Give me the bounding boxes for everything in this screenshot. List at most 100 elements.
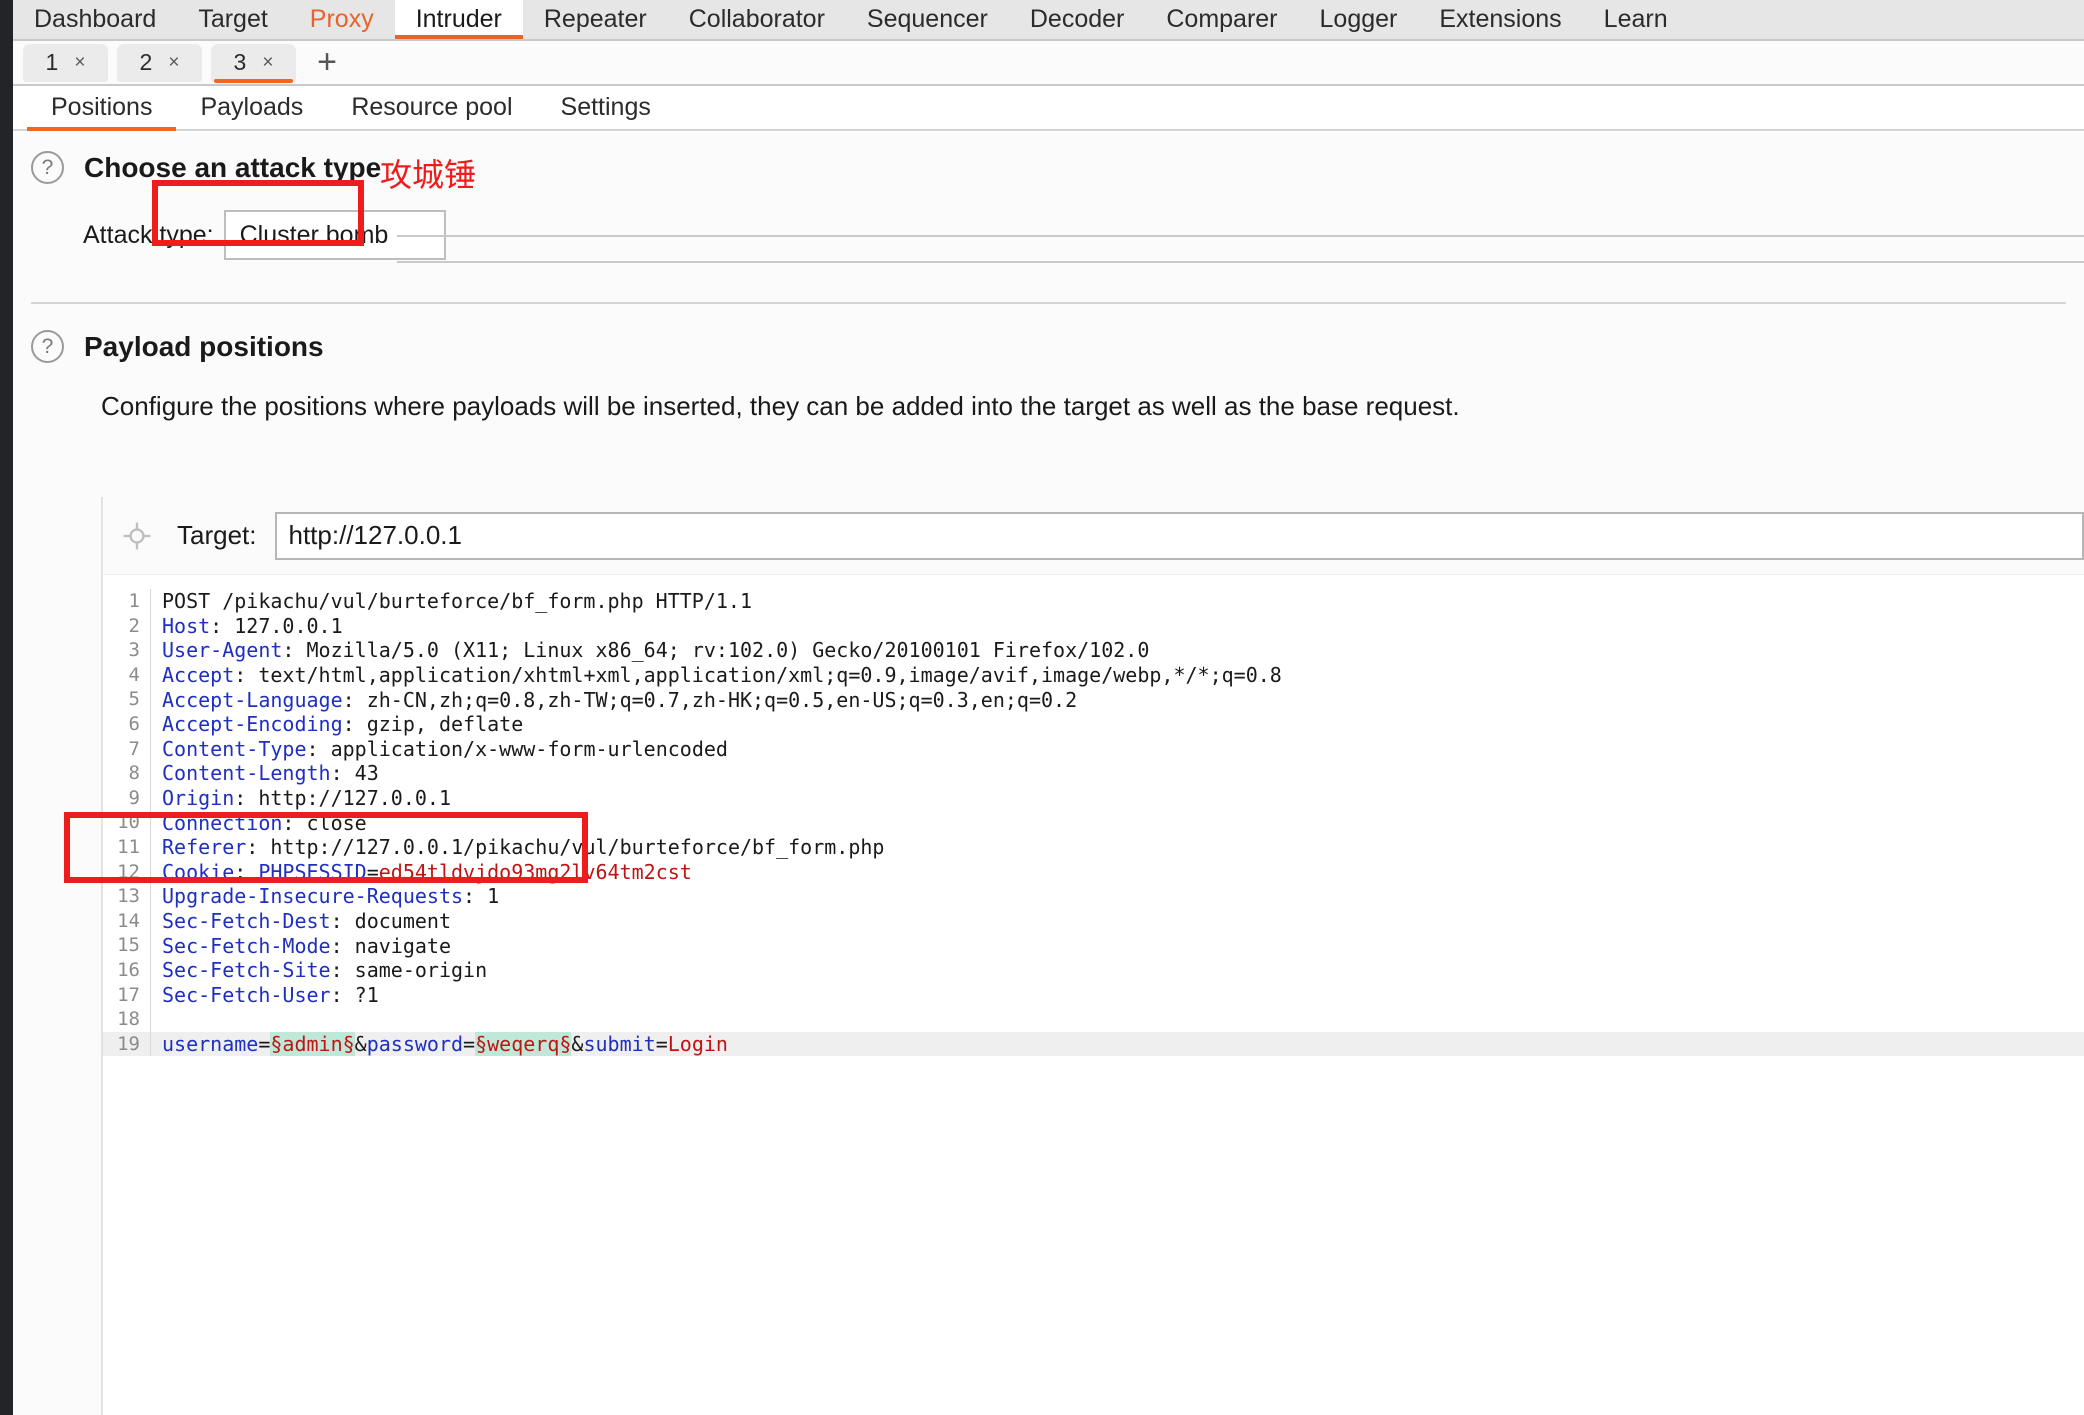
token: Cookie [162, 859, 235, 884]
token: : zh-CN,zh;q=0.8,zh-TW;q=0.7,zh-HK;q=0.5… [342, 687, 1078, 712]
request-line[interactable]: 17 Sec-Fetch-User: ?1 [103, 982, 2084, 1008]
line-number: 13 [103, 884, 151, 909]
request-line[interactable]: 19 username=§admin§&password=§weqerq§&sub… [103, 1031, 2084, 1057]
tab-resource-pool[interactable]: Resource pool [327, 86, 536, 129]
attack-tab-3[interactable]: 3 × [211, 43, 296, 83]
token: Origin [162, 786, 235, 811]
menu-item-collaborator[interactable]: Collaborator [668, 0, 846, 39]
line-number: 18 [103, 1007, 151, 1032]
request-line[interactable]: 2 Host: 127.0.0.1 [103, 613, 2084, 639]
request-line-text: username=§admin§&password=§weqerq§&submi… [151, 1031, 728, 1056]
attack-type-title: Choose an attack type [84, 151, 382, 183]
menu-item-logger[interactable]: Logger [1299, 0, 1419, 39]
request-editor[interactable]: 1 POST /pikachu/vul/burteforce/bf_form.ph… [103, 575, 2084, 1415]
request-line[interactable]: 7 Content-Type: application/x-www-form-ur… [103, 736, 2084, 762]
menu-item-comparer[interactable]: Comparer [1145, 0, 1298, 39]
token: : document [330, 909, 451, 934]
menu-item-decoder[interactable]: Decoder [1009, 0, 1146, 39]
attack-type-rule-top [397, 235, 2084, 237]
burp-intruder-window: Dashboard Target Proxy Intruder Repeater Coll… [0, 0, 2084, 1415]
request-line-text: Sec-Fetch-Dest: document [151, 909, 451, 933]
token: : ?1 [330, 982, 379, 1007]
menu-item-intruder[interactable]: Intruder [394, 0, 524, 39]
request-panel: Target: http://127.0.0.1 1 POST /pikachu/… [101, 497, 2084, 1415]
request-line[interactable]: 4 Accept: text/html,application/xhtml+xml… [103, 662, 2084, 688]
request-line-text: Accept-Language: zh-CN,zh;q=0.8,zh-TW;q=… [151, 688, 1077, 712]
menu-item-extensions[interactable]: Extensions [1418, 0, 1582, 39]
line-number: 19 [103, 1031, 151, 1057]
token: Accept-Encoding [162, 712, 343, 737]
line-number: 4 [103, 662, 151, 688]
token: Accept [162, 663, 235, 688]
request-line[interactable]: 3 User-Agent: Mozilla/5.0 (X11; Linux x86… [103, 638, 2084, 663]
token: = [258, 1031, 271, 1056]
request-line[interactable]: 5 Accept-Language: zh-CN,zh;q=0.8,zh-TW;q… [103, 687, 2084, 712]
add-tab-icon[interactable]: + [305, 43, 349, 82]
token: : application/x-www-form-urlencoded [306, 736, 728, 761]
line-number: 6 [103, 711, 151, 737]
menu-item-proxy[interactable]: Proxy [289, 0, 395, 39]
help-icon-attack-type[interactable]: ? [31, 151, 64, 184]
request-line-text: Upgrade-Insecure-Requests: 1 [151, 884, 499, 908]
request-line-text: User-Agent: Mozilla/5.0 (X11; Linux x86_… [151, 638, 1149, 662]
token: Accept-Language [162, 687, 343, 712]
request-line[interactable]: 18 [103, 1007, 2084, 1032]
request-line-text: POST /pikachu/vul/burteforce/bf_form.php… [151, 589, 752, 613]
payload-positions-description: Configure the positions where payloads w… [101, 391, 1460, 421]
request-line[interactable]: 13 Upgrade-Insecure-Requests: 1 [103, 884, 2084, 909]
token: Content-Type [162, 736, 307, 761]
token: : 127.0.0.1 [210, 613, 343, 638]
request-line-text: Sec-Fetch-Site: same-origin [151, 958, 487, 982]
menu-item-target[interactable]: Target [177, 0, 288, 39]
token: PHPSESSID [258, 859, 367, 884]
close-icon[interactable]: × [168, 52, 179, 74]
line-number: 14 [103, 908, 151, 934]
token: submit [583, 1031, 656, 1056]
request-line[interactable]: 12 Cookie: PHPSESSID=ed54tldvjdo93mg2lv64… [103, 859, 2084, 885]
menu-item-sequencer[interactable]: Sequencer [846, 0, 1009, 39]
request-line[interactable]: 11 Referer: http://127.0.0.1/pikachu/vul/… [103, 834, 2084, 860]
attack-tab-1[interactable]: 1 × [23, 43, 108, 82]
request-line[interactable]: 15 Sec-Fetch-Mode: navigate [103, 933, 2084, 958]
request-line[interactable]: 8 Content-Length: 43 [103, 761, 2084, 786]
request-line[interactable]: 1 POST /pikachu/vul/burteforce/bf_form.ph… [103, 589, 2084, 614]
token: : navigate [330, 933, 451, 958]
menu-item-dashboard[interactable]: Dashboard [13, 0, 177, 39]
request-line-text: Host: 127.0.0.1 [151, 614, 343, 638]
line-number: 9 [103, 785, 151, 811]
line-number: 12 [103, 859, 151, 885]
token: : http://127.0.0.1/pikachu/vul/burteforc… [246, 835, 885, 860]
token: Sec-Fetch-Dest [162, 909, 331, 934]
help-icon-payload-positions[interactable]: ? [31, 330, 64, 363]
tab-positions[interactable]: Positions [27, 86, 177, 131]
attack-type-section-header: ? Choose an attack type [13, 151, 2084, 184]
token: : same-origin [330, 958, 488, 983]
target-input[interactable]: http://127.0.0.1 [274, 511, 2084, 560]
request-line[interactable]: 6 Accept-Encoding: gzip, deflate [103, 711, 2084, 737]
close-icon[interactable]: × [262, 52, 273, 74]
request-line[interactable]: 9 Origin: http://127.0.0.1 [103, 785, 2084, 811]
attack-tab-2[interactable]: 2 × [117, 43, 202, 82]
request-line[interactable]: 10 Connection: close [103, 810, 2084, 835]
menu-item-repeater[interactable]: Repeater [523, 0, 668, 39]
annotation-text-attack-type: 攻城锤 [380, 157, 477, 193]
intruder-sub-tab-strip: Positions Payloads Resource pool Settings [13, 86, 2084, 131]
attack-type-label: Attack type: [83, 220, 214, 249]
token: Login [667, 1031, 728, 1056]
request-line[interactable]: 16 Sec-Fetch-Site: same-origin [103, 957, 2084, 983]
attack-type-row: Attack type: Cluster bomb [13, 210, 2084, 263]
close-icon[interactable]: × [74, 52, 85, 74]
request-line[interactable]: 14 Sec-Fetch-Dest: document [103, 908, 2084, 934]
token: Connection [162, 810, 283, 835]
tab-settings[interactable]: Settings [537, 86, 675, 129]
crosshair-icon [123, 522, 151, 549]
token: Referer [162, 835, 247, 860]
menu-item-learn[interactable]: Learn [1583, 0, 1689, 39]
line-number: 5 [103, 687, 151, 712]
request-line-text: Referer: http://127.0.0.1/pikachu/vul/bu… [151, 835, 884, 859]
token: username [162, 1031, 259, 1056]
request-line-text: Sec-Fetch-Mode: navigate [151, 934, 451, 958]
tab-payloads[interactable]: Payloads [176, 86, 327, 129]
intruder-positions-content: ? Choose an attack type Attack type: Clu… [13, 133, 2084, 1415]
line-number: 15 [103, 933, 151, 958]
